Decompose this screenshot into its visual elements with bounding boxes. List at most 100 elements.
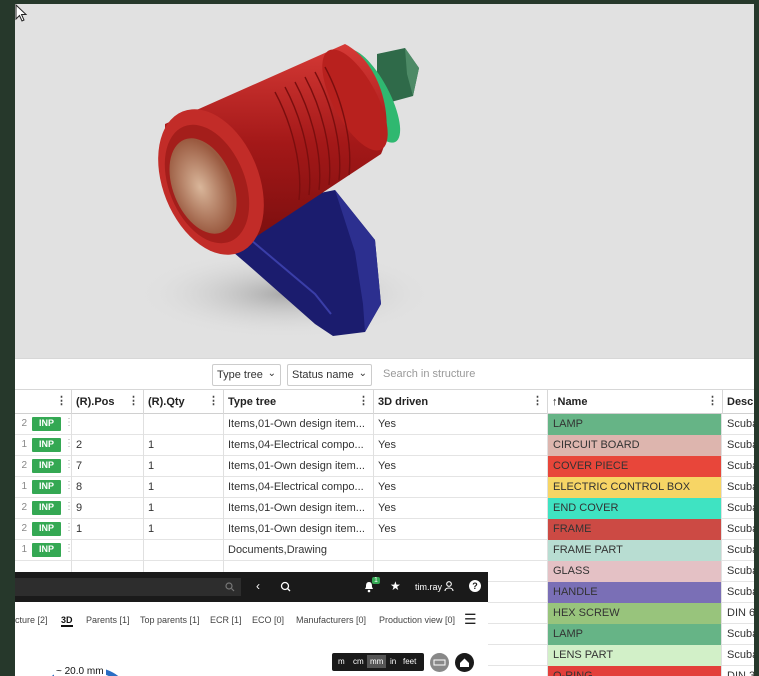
unit-m[interactable]: m [338, 657, 345, 666]
tab-parents[interactable]: Parents [1] [86, 615, 130, 625]
table-row[interactable]: 1INP⋮21Items,04-Electrical compo...YesCI… [15, 435, 754, 456]
column-header-type-tree[interactable]: Type tree ⋮ [224, 390, 374, 414]
type-tree-filter[interactable]: Type tree ⌄ [212, 364, 281, 386]
column-header-label: 3D driven [378, 396, 429, 408]
cell-name[interactable]: LENS PART [548, 645, 722, 666]
table-row[interactable]: 2 INP⋮71Items,01-Own design item...YesCOV… [15, 456, 754, 477]
status-cell: 2 INP⋮ [15, 519, 72, 540]
column-menu-icon[interactable]: ⋮ [358, 394, 369, 407]
cell-desc: Scuba [727, 523, 754, 535]
cell-driven: Yes [374, 477, 548, 498]
column-header-desc[interactable]: Desc [723, 390, 754, 414]
cell-name[interactable]: HANDLE [548, 582, 722, 603]
cell-name[interactable]: LAMP [548, 624, 722, 645]
cell-driven: Yes [374, 519, 548, 540]
column-menu-icon[interactable]: ⋮ [208, 394, 219, 407]
cell-name[interactable]: CIRCUIT BOARD [548, 435, 722, 456]
global-search-input[interactable] [15, 578, 241, 596]
cell-desc: Scuba [727, 418, 754, 430]
row-count: 2 [21, 460, 27, 471]
measure-tool-icon[interactable] [430, 653, 449, 672]
table-row[interactable]: 2 INP⋮91Items,01-Own design item...YesEND… [15, 498, 754, 519]
cell-name[interactable]: GLASS [548, 561, 722, 582]
status-badge: INP [32, 417, 61, 431]
unit-mm[interactable]: mm [367, 655, 387, 668]
cell-qty: 1 [144, 498, 224, 519]
cell-name[interactable]: LAMP [548, 414, 722, 435]
row-menu-icon[interactable]: ⋮ [64, 501, 71, 512]
table-row[interactable]: 1INP⋮81Items,04-Electrical compo...YesEL… [15, 477, 754, 498]
column-header-pos[interactable]: (R).Pos ⋮ [72, 390, 144, 414]
cell-desc: DIN 6 [727, 607, 754, 619]
row-menu-icon[interactable]: ⋮ [64, 480, 71, 491]
hamburger-menu-icon[interactable]: ☰ [464, 611, 477, 628]
tab-eco[interactable]: ECO [0] [252, 615, 284, 625]
row-menu-icon[interactable]: ⋮ [64, 522, 71, 533]
column-header-3d-driven[interactable]: 3D driven ⋮ [374, 390, 548, 414]
row-menu-icon[interactable]: ⋮ [64, 417, 71, 428]
cell-name[interactable]: COVER PIECE [548, 456, 722, 477]
tab-3d[interactable]: 3D [61, 615, 73, 627]
chevron-down-icon: ⌄ [358, 368, 367, 379]
help-icon[interactable]: ? [469, 580, 481, 592]
cell-pos [72, 414, 144, 435]
user-icon[interactable] [444, 581, 454, 592]
user-name[interactable]: tim.ray [415, 582, 442, 592]
unit-cm[interactable]: cm [353, 657, 364, 666]
tab-top-parents[interactable]: Top parents [1] [140, 615, 200, 625]
unit-feet[interactable]: feet [403, 657, 416, 666]
3d-viewer[interactable] [15, 4, 754, 358]
favorites-star-icon[interactable]: ★ [390, 579, 401, 593]
status-name-filter-label: Status name [292, 369, 354, 381]
structure-search-input[interactable]: Search in structure [383, 368, 475, 380]
column-menu-icon[interactable]: ⋮ [128, 394, 139, 407]
status-cell: 1 INP⋮ [15, 540, 72, 561]
column-menu-icon[interactable]: ⋮ [532, 394, 543, 407]
cell-type: Items,01-Own design item... [224, 519, 374, 540]
item-detail-window: ‹ 1 ★ tim.ray ? cture [2] 3D Parents [1]… [15, 572, 488, 676]
cell-qty: 1 [144, 435, 224, 456]
column-header-name[interactable]: ↑Name ⋮ [548, 390, 723, 414]
tab-structure[interactable]: cture [2] [15, 615, 48, 625]
cell-pos [72, 540, 144, 561]
table-row[interactable]: 2 INP⋮ Items,01-Own design item...YesLAMP S… [15, 414, 754, 435]
column-header-status[interactable]: ⋮ [15, 390, 72, 414]
cell-type: Items,01-Own design item... [224, 456, 374, 477]
status-cell: 1 INP⋮ [15, 477, 72, 498]
column-menu-icon[interactable]: ⋮ [56, 394, 67, 407]
cell-desc: Scuba [727, 460, 754, 472]
column-menu-icon[interactable]: ⋮ [707, 394, 718, 407]
back-icon[interactable]: ‹ [256, 579, 260, 593]
notification-count-badge: 1 [372, 577, 380, 584]
table-row[interactable]: 1 INP⋮ Documents,Drawing FRAME PART Scuba [15, 540, 754, 561]
column-header-qty[interactable]: (R).Qty ⋮ [144, 390, 224, 414]
chevron-down-icon: ⌄ [267, 368, 276, 379]
row-menu-icon[interactable]: ⋮ [64, 543, 71, 554]
row-menu-icon[interactable]: ⋮ [64, 438, 71, 449]
tab-ecr[interactable]: ECR [1] [210, 615, 242, 625]
cell-type: Items,04-Electrical compo... [224, 477, 374, 498]
row-count: 1 [21, 439, 27, 450]
cell-name[interactable]: END COVER [548, 498, 722, 519]
row-menu-icon[interactable]: ⋮ [64, 459, 71, 470]
cell-name[interactable]: ELECTRIC CONTROL BOX [548, 477, 722, 498]
cell-pos: 1 [72, 519, 144, 540]
cell-driven: Yes [374, 414, 548, 435]
tab-manufacturers[interactable]: Manufacturers [0] [296, 615, 366, 625]
cell-desc: Scuba [727, 649, 754, 661]
column-header-label: Name [557, 396, 588, 408]
table-row[interactable]: 2INP⋮11Items,01-Own design item...YesFRA… [15, 519, 754, 540]
cell-name[interactable]: FRAME PART [548, 540, 722, 561]
cell-desc: Scuba [727, 502, 754, 514]
unit-in[interactable]: in [390, 657, 396, 666]
cell-name[interactable]: FRAME [548, 519, 722, 540]
status-badge: INP [32, 543, 61, 557]
cell-type: Documents,Drawing [224, 540, 374, 561]
status-name-filter[interactable]: Status name ⌄ [287, 364, 372, 386]
advanced-search-icon[interactable] [280, 581, 294, 593]
cell-name[interactable]: O-RING [548, 666, 722, 676]
tab-production-view[interactable]: Production view [0] [379, 615, 455, 625]
cell-qty [144, 540, 224, 561]
home-view-icon[interactable] [455, 653, 474, 672]
cell-name[interactable]: HEX SCREW [548, 603, 722, 624]
